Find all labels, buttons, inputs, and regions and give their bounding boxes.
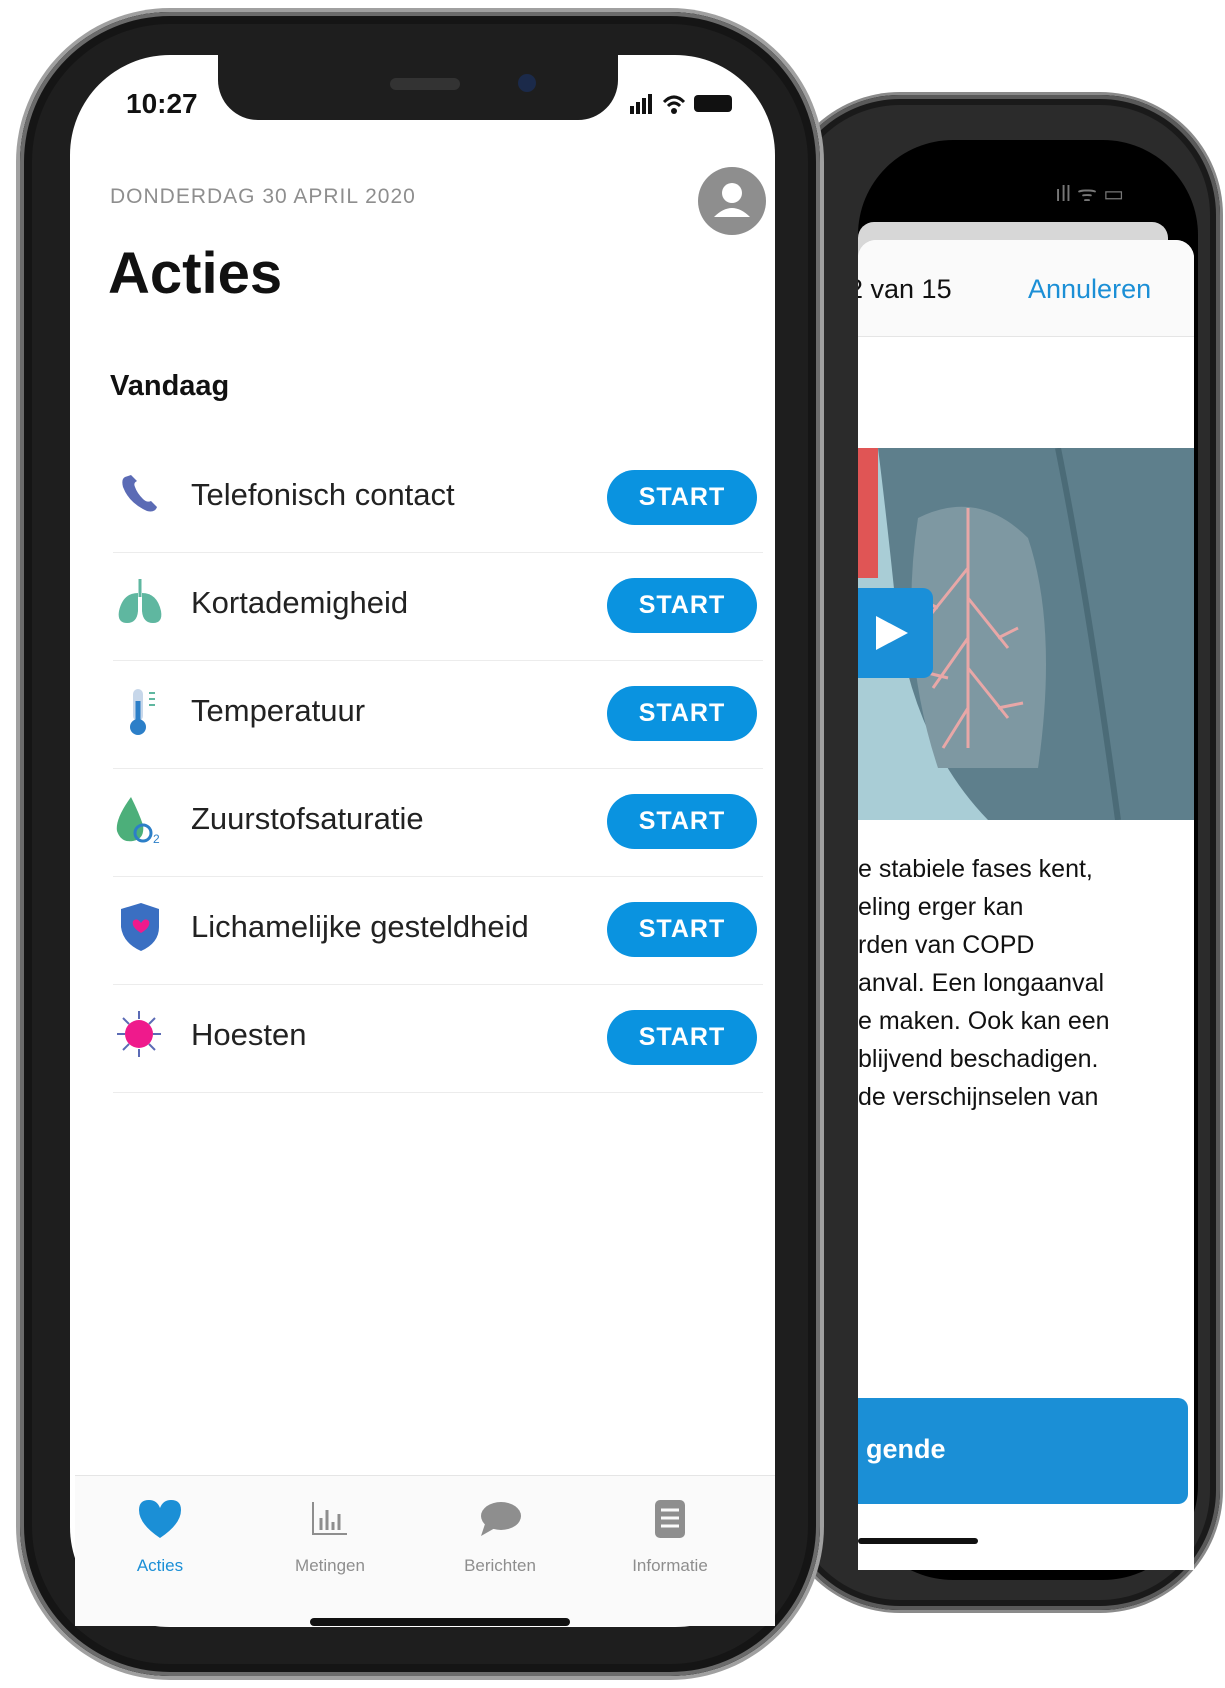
background-status-icons: ıll ᯤ ▭ (1055, 181, 1124, 206)
tab-berichten[interactable]: Berichten (415, 1476, 585, 1596)
tab-metingen[interactable]: Metingen (245, 1476, 415, 1596)
action-label: Hoesten (191, 1017, 307, 1052)
chat-bubble-icon (475, 1494, 525, 1544)
virus-icon (113, 1007, 169, 1063)
page-title: Acties (108, 241, 283, 306)
action-label: Lichamelijke gesteldheid (191, 909, 529, 944)
action-row-kortademigheid: Kortademigheid START (113, 553, 763, 661)
background-card-header: 2 van 15 Annuleren (858, 240, 1194, 337)
tab-acties[interactable]: Acties (75, 1476, 245, 1596)
action-row-telefonisch-contact: Telefonisch contact START (113, 445, 763, 553)
next-button[interactable]: gende (858, 1398, 1188, 1504)
start-button-kortademigheid[interactable]: START (607, 578, 757, 633)
section-heading-today: Vandaag (110, 370, 230, 402)
play-video-button[interactable] (858, 588, 933, 678)
copd-lung-illustration (858, 448, 1194, 820)
background-home-indicator (858, 1538, 978, 1544)
action-row-lichamelijke-gesteldheid: Lichamelijke gesteldheid START (113, 877, 763, 985)
thermometer-icon (113, 683, 169, 739)
action-label: Kortademigheid (191, 585, 409, 620)
info-text-line: anval. Een longaanval (858, 969, 1105, 997)
play-icon (876, 616, 908, 650)
actions-list: Telefonisch contact START Kortademigheid… (113, 445, 763, 1093)
action-label: Telefonisch contact (191, 477, 455, 512)
start-button-lichamelijke-gesteldheid[interactable]: START (607, 902, 757, 957)
status-time: 10:27 (126, 88, 198, 119)
background-info-card: 2 van 15 Annuleren e stabiele fases kent… (858, 240, 1194, 1570)
action-row-zuurstofsaturatie: 2 Zuurstofsaturatie START (113, 769, 763, 877)
start-button-hoesten[interactable]: START (607, 1010, 757, 1065)
start-button-telefonisch-contact[interactable]: START (607, 470, 757, 525)
bar-chart-icon (305, 1494, 355, 1544)
tab-label: Acties (136, 1556, 184, 1575)
profile-avatar-button[interactable] (698, 167, 766, 235)
start-button-temperatuur[interactable]: START (607, 686, 757, 741)
step-progress-label: 2 van 15 (858, 274, 952, 304)
document-icon (645, 1494, 695, 1544)
action-label: Zuurstofsaturatie (191, 801, 424, 836)
info-text-line: blijvend beschadigen. (858, 1045, 1099, 1073)
oxygen-drop-icon: 2 (113, 791, 169, 847)
shield-icon (113, 899, 169, 955)
action-row-temperatuur: Temperatuur START (113, 661, 763, 769)
next-button-label: gende (866, 1434, 946, 1464)
speaker-grille (390, 78, 460, 90)
copd-info-text: e stabiele fases kent, eling erger kan r… (858, 850, 1194, 1116)
tab-informatie[interactable]: Informatie (585, 1476, 755, 1596)
status-icons (630, 90, 740, 122)
signal-wifi-battery-icon (630, 94, 732, 114)
user-icon (714, 183, 750, 217)
info-text-line: e stabiele fases kent, (858, 855, 1093, 883)
tab-bar: Acties Metingen Berichten Informatie (75, 1475, 775, 1626)
action-label: Temperatuur (191, 693, 366, 728)
tab-label: Informatie (632, 1556, 708, 1575)
info-text-line: rden van COPD (858, 931, 1035, 959)
info-text-line: de verschijnselen van (858, 1083, 1099, 1111)
info-text-line: eling erger kan (858, 893, 1024, 921)
current-date: DONDERDAG 30 APRIL 2020 (110, 185, 416, 208)
front-camera (518, 74, 536, 92)
cancel-link[interactable]: Annuleren (1028, 274, 1151, 305)
svg-text:2: 2 (153, 832, 160, 846)
action-row-hoesten: Hoesten START (113, 985, 763, 1093)
heart-icon (135, 1494, 185, 1544)
info-text-line: e maken. Ook kan een (858, 1007, 1110, 1035)
tab-label: Berichten (464, 1556, 536, 1575)
phone-icon (113, 467, 169, 523)
lungs-icon (113, 575, 169, 631)
tab-label: Metingen (295, 1556, 365, 1575)
start-button-zuurstofsaturatie[interactable]: START (607, 794, 757, 849)
home-indicator (310, 1618, 570, 1626)
